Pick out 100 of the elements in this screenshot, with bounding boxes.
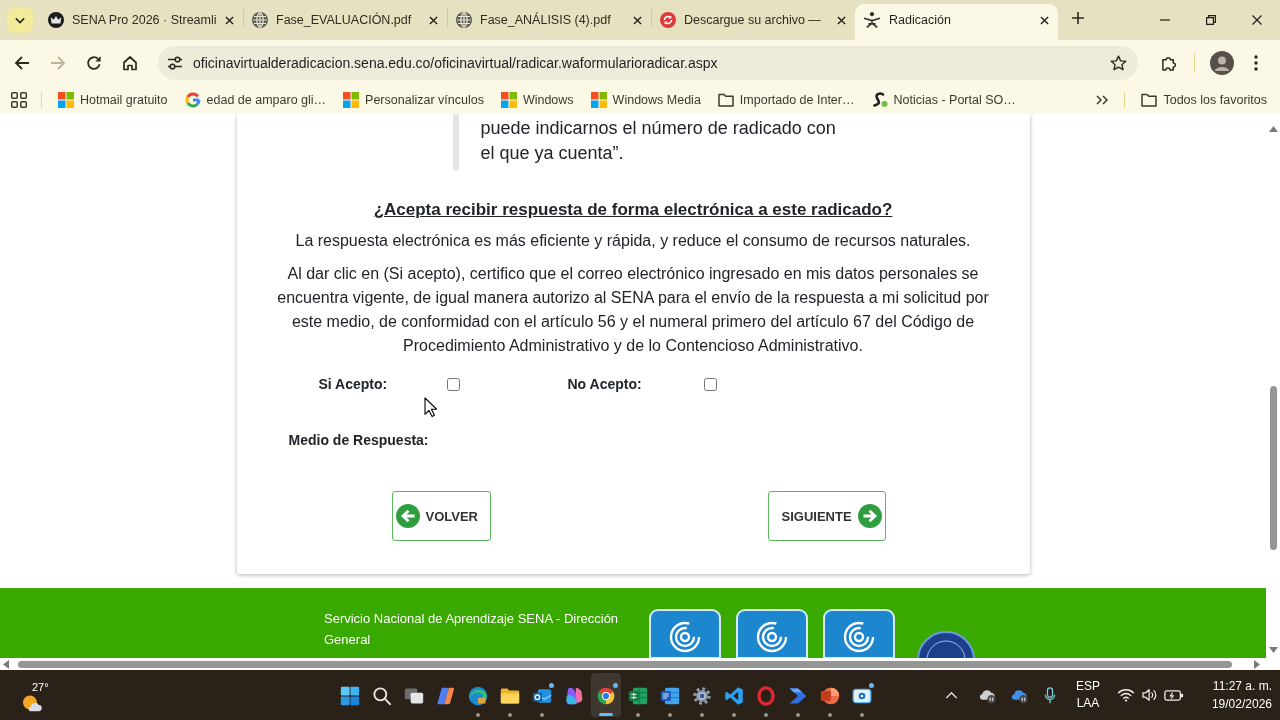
mail-icon — [532, 686, 552, 706]
close-icon — [1039, 15, 1049, 25]
bookmark-item[interactable]: Noticias - Portal SO… — [865, 88, 1022, 112]
camera-icon — [852, 686, 872, 706]
sync-icon — [660, 12, 676, 28]
checkbox-label: No Acepto: — [567, 375, 642, 394]
search-icon — [372, 686, 392, 706]
google-logo-icon — [184, 92, 201, 108]
plus-icon — [1072, 12, 1084, 24]
swoosh-logo-icon — [871, 92, 888, 108]
code-editor-icon — [724, 686, 744, 706]
browser-tab[interactable]: Fase_ANÁLISIS (4).pdf — [448, 4, 651, 40]
apps-grid-icon — [11, 92, 27, 108]
folder-icon — [717, 93, 734, 107]
bookmark-item[interactable]: Hotmail gratuito — [52, 88, 174, 112]
more-vertical-icon — [1254, 55, 1258, 71]
taskbar-app-button[interactable] — [591, 673, 621, 717]
target-logo-icon — [649, 609, 721, 658]
volume-icon[interactable] — [1141, 688, 1159, 702]
bookmark-item[interactable]: edad de amparo gli… — [178, 88, 333, 112]
globe-icon — [252, 12, 268, 28]
next-button[interactable]: SIGUIENTE — [767, 491, 886, 541]
opera-icon — [756, 686, 776, 706]
spreadsheet-icon — [628, 686, 648, 706]
browser-tab[interactable]: Descargue su archivo — — [652, 4, 855, 40]
close-icon — [428, 15, 438, 25]
address-bar[interactable]: oficinavirtualderadicacion.sena.edu.co/oficinavirtual/radicar.waformularioradicar.aspx — [158, 46, 1138, 80]
target-logo-icon — [736, 609, 808, 658]
office-icon — [564, 686, 584, 706]
sun-cloud-icon — [22, 693, 43, 712]
windows-logo-icon — [500, 92, 517, 108]
footer-text: Servicio Nacional de Aprendizaje SENA - Dirección General — [324, 610, 620, 649]
browser-tab[interactable]: Fase_EVALUACIÓN.pdf — [244, 4, 447, 40]
task-view-icon — [404, 686, 424, 706]
windows-logo-icon — [343, 92, 360, 108]
browser-tab[interactable]: Radicación — [855, 4, 1058, 40]
edge-icon — [468, 686, 488, 706]
restore-icon — [1206, 15, 1216, 25]
checkbox[interactable] — [446, 377, 460, 391]
globe-icon — [456, 12, 472, 28]
response-medium-label: Medio de Respuesta: — [288, 431, 429, 450]
chevron-down-icon[interactable] — [15, 16, 25, 24]
wifi-icon[interactable] — [1117, 688, 1135, 702]
document-icon — [660, 686, 680, 706]
weather-button[interactable]: 27° — [20, 673, 56, 717]
quote-text: puede indicarnos el número de radicado con el que ya cuenta”. — [452, 114, 843, 170]
checkbox-label: Si Acepto: — [318, 375, 388, 394]
microphone-icon[interactable] — [1044, 686, 1056, 704]
back-button[interactable]: VOLVER — [391, 491, 491, 541]
star-icon — [1109, 55, 1127, 71]
crown-icon — [48, 12, 64, 28]
right-arrow-circle-icon — [857, 504, 882, 528]
windows-logo-icon — [58, 92, 74, 108]
all-bookmarks-button[interactable]: Todos los favoritos — [1135, 88, 1273, 112]
presentation-icon — [820, 686, 840, 706]
folder-icon — [500, 686, 520, 706]
double-chevron-icon — [1096, 95, 1109, 105]
battery-icon[interactable] — [1164, 688, 1184, 702]
mouse-pointer-icon — [424, 397, 437, 417]
browser-tab[interactable]: SENA Pro 2026 · Streamli — [40, 4, 243, 40]
chrome-icon — [596, 686, 616, 706]
scrollbar-thumb[interactable] — [1269, 386, 1277, 550]
bookmark-item[interactable]: Importado de Inter… — [711, 88, 861, 112]
chevron-arrow-icon — [788, 686, 808, 706]
tab-search-button[interactable] — [7, 7, 33, 33]
start-icon — [340, 686, 360, 706]
bookmark-item[interactable]: Personalizar vínculos — [337, 88, 490, 112]
chevron-up-icon[interactable] — [944, 691, 958, 699]
consent-statement: Al dar clic en (Si acepto), certifico que el correo electrónico ingresado en mis datos personales se encuentra vigente, de igual manera autorizo al SENA para el envío de la respuesta a mi solicitud por este medio, de conformidad con el artículo 56 y el numeral primero del artículo 67 del Código de Procedimiento Administrativo y de lo Contencioso Administrativo. — [276, 264, 990, 356]
left-arrow-circle-icon — [395, 504, 420, 528]
bookmark-item[interactable]: Windows — [494, 88, 580, 112]
home-icon — [122, 55, 138, 71]
question-heading: ¿Acepta recibir respuesta de forma electrónica a este radicado? — [373, 199, 893, 221]
back-arrow-icon — [14, 55, 30, 71]
copilot-icon — [436, 686, 456, 706]
puzzle-icon — [1160, 54, 1178, 72]
scrollbar-thumb[interactable] — [18, 660, 1232, 668]
intro-text: La respuesta electrónica es más eficiente y rápida, y reduce el consumo de recursos naturales. — [295, 231, 971, 251]
person-logo-icon — [863, 12, 881, 28]
gear-icon — [692, 686, 712, 706]
close-icon — [632, 15, 642, 25]
target-logo-icon — [823, 609, 895, 658]
forward-arrow-icon — [50, 55, 66, 71]
scroll-down-icon[interactable] — [1268, 647, 1278, 653]
clock-button[interactable]: 11:27 a. m. 19/02/2026 — [1192, 675, 1272, 715]
tune-icon — [167, 56, 183, 70]
minimize-icon — [1160, 19, 1170, 21]
profile-button[interactable] — [1208, 49, 1236, 77]
reload-icon — [86, 55, 102, 71]
folder-icon — [1141, 93, 1158, 107]
close-icon — [1252, 15, 1262, 25]
checkbox[interactable] — [703, 377, 717, 391]
bookmark-item[interactable]: Windows Media — [584, 88, 707, 112]
language-button[interactable]: ESP LAA — [1068, 675, 1108, 715]
scroll-right-icon[interactable] — [1254, 659, 1260, 669]
scroll-up-icon[interactable] — [1268, 126, 1278, 132]
certification-seal-icon — [917, 630, 975, 658]
scroll-left-icon[interactable] — [3, 659, 9, 669]
avatar-icon — [1210, 51, 1234, 75]
close-icon — [224, 15, 234, 25]
